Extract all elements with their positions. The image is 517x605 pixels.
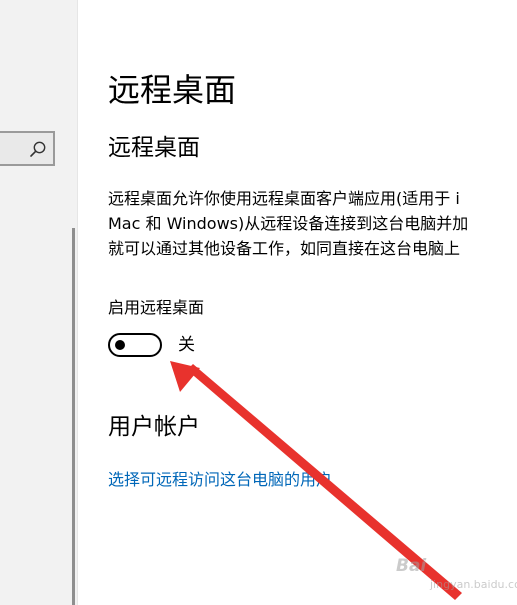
enable-remote-desktop-label: 启用远程桌面 <box>108 298 205 317</box>
watermark-brand: Bai <box>396 556 427 576</box>
watermark-site: jingyan.baidu.com <box>430 578 517 591</box>
sidebar-scrollbar[interactable] <box>72 228 75 605</box>
search-icon[interactable] <box>29 140 47 158</box>
select-remote-users-link[interactable]: 选择可远程访问这台电脑的用户 <box>108 467 332 492</box>
settings-sidebar <box>0 0 78 605</box>
user-accounts-title: 用户帐户 <box>108 414 200 440</box>
toggle-state-text: 关 <box>178 335 195 355</box>
remote-desktop-description: 远程桌面允许你使用远程桌面客户端应用(适用于 i Mac 和 Windows)从… <box>108 186 517 261</box>
enable-remote-desktop-toggle[interactable] <box>108 333 162 357</box>
settings-search-box[interactable] <box>0 131 55 166</box>
remote-desktop-settings-window: 远程桌面 远程桌面 远程桌面允许你使用远程桌面客户端应用(适用于 i Mac 和… <box>0 0 517 605</box>
description-line: 远程桌面允许你使用远程桌面客户端应用(适用于 i <box>108 189 460 208</box>
description-line: 就可以通过其他设备工作，如同直接在这台电脑上 <box>108 239 461 258</box>
settings-content: 远程桌面 远程桌面 远程桌面允许你使用远程桌面客户端应用(适用于 i Mac 和… <box>108 0 517 605</box>
toggle-knob <box>115 340 125 350</box>
page-title: 远程桌面 <box>108 71 237 109</box>
description-line: Mac 和 Windows)从远程设备连接到这台电脑并加 <box>108 214 469 233</box>
section-title: 远程桌面 <box>108 135 200 161</box>
